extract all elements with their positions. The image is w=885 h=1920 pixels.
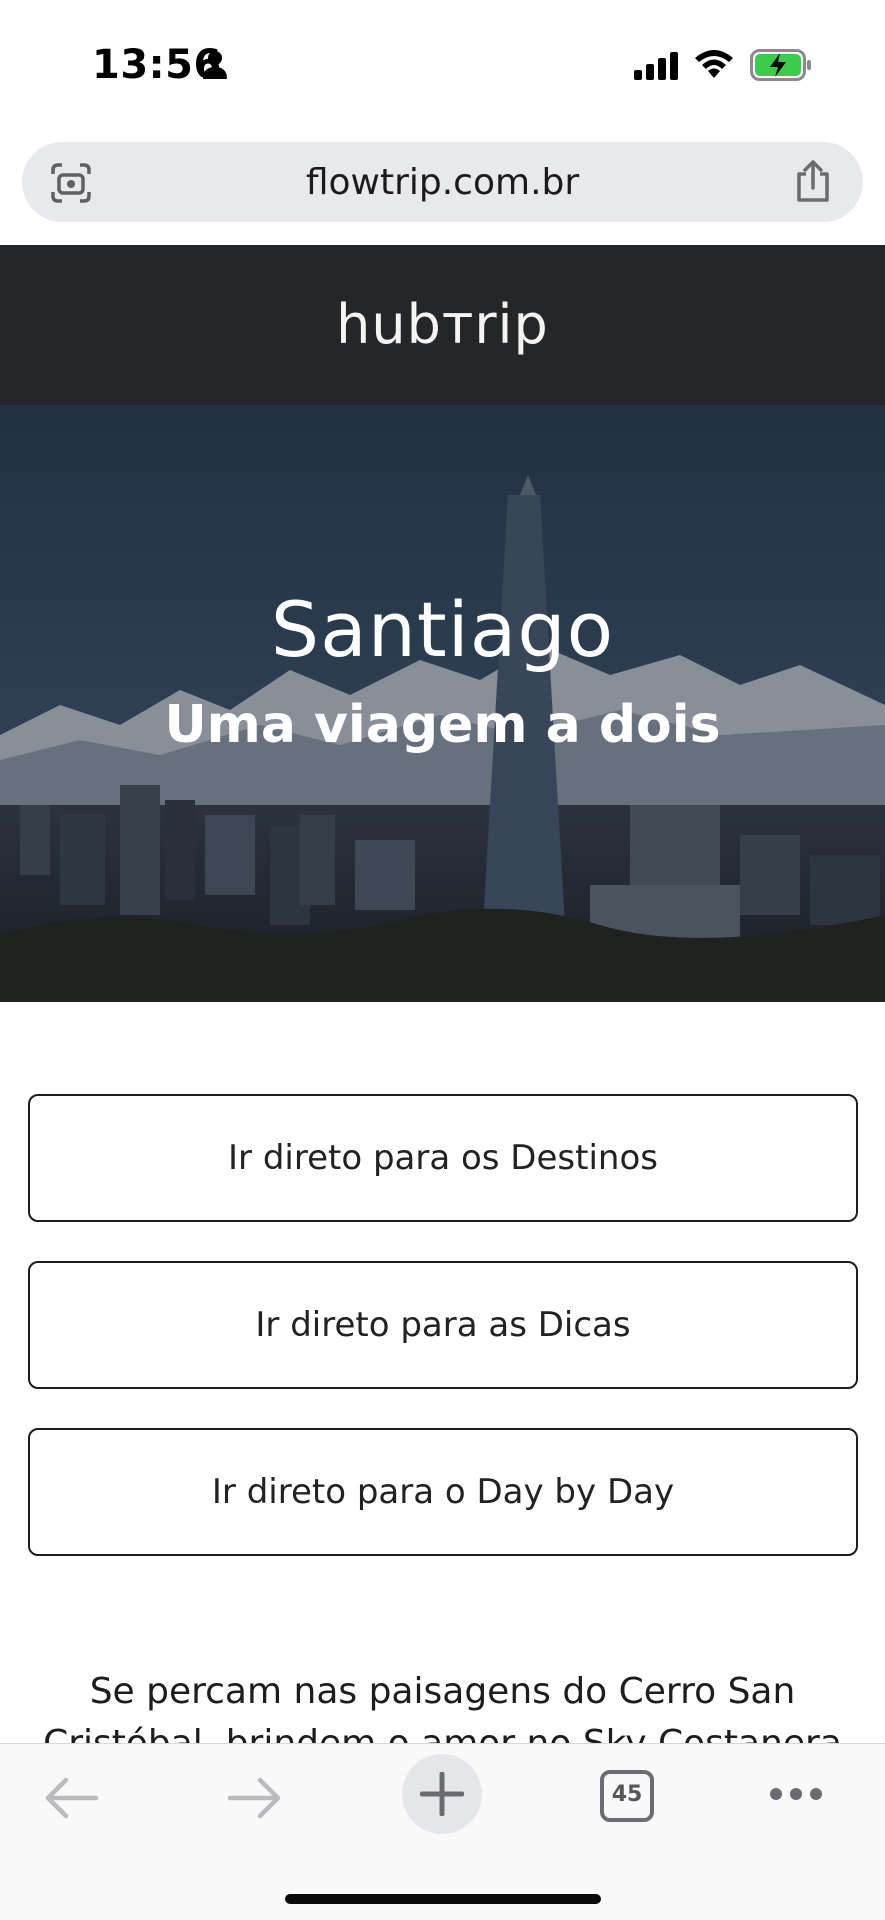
hero-subtitle: Uma viagem a dois <box>164 695 721 755</box>
hubtrip-logo[interactable]: hubтrip <box>0 293 885 356</box>
status-bar: 13:56 <box>0 0 885 130</box>
tips-button[interactable]: Ir direto para as Dicas <box>28 1261 858 1389</box>
day-by-day-button[interactable]: Ir direto para o Day by Day <box>28 1428 858 1556</box>
url-text[interactable]: flowtrip.com.br <box>22 162 863 203</box>
share-icon[interactable] <box>793 158 833 204</box>
home-indicator <box>285 1894 601 1904</box>
cellular-signal-icon <box>634 52 678 80</box>
screen: 13:56 flowtrip.com.br hubтrip Santiago U… <box>0 0 885 1920</box>
person-icon <box>203 51 227 79</box>
hero-title: Santiago <box>270 585 615 674</box>
browser-toolbar: 45 <box>0 1743 885 1920</box>
more-options-icon[interactable] <box>768 1784 824 1804</box>
forward-arrow-icon[interactable] <box>226 1776 284 1820</box>
destinations-button[interactable]: Ir direto para os Destinos <box>28 1094 858 1222</box>
back-arrow-icon[interactable] <box>42 1776 100 1820</box>
plus-icon <box>420 1772 464 1816</box>
wifi-icon <box>695 50 733 78</box>
tab-switcher-button[interactable]: 45 <box>600 1770 654 1822</box>
site-header: hubтrip <box>0 245 885 405</box>
url-bar[interactable]: flowtrip.com.br <box>22 142 863 222</box>
battery-charging-icon <box>750 49 811 81</box>
new-tab-button[interactable] <box>402 1754 482 1834</box>
hero-banner: Santiago Uma viagem a dois <box>0 405 885 1002</box>
